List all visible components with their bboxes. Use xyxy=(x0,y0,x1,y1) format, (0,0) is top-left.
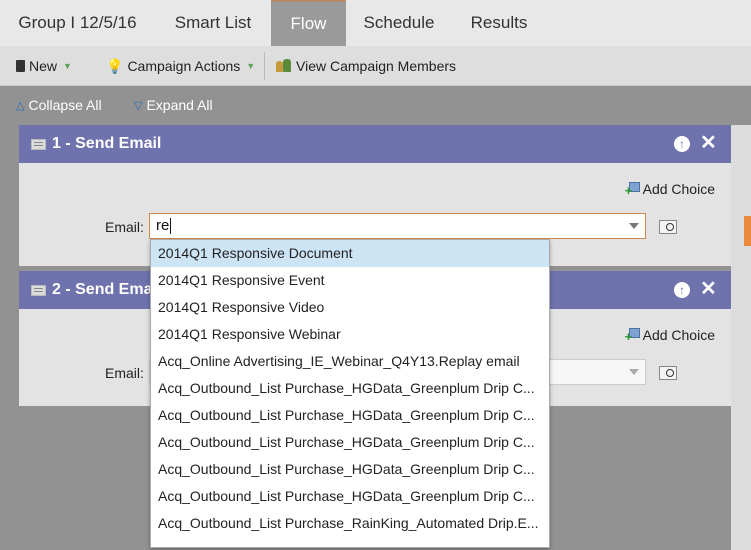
chevron-down-icon: ▼ xyxy=(246,61,256,71)
dropdown-option[interactable]: Acq_Outbound_List Purchase_HGData_Greenp… xyxy=(151,375,549,402)
dropdown-option[interactable]: Acq_Outbound_List Purchase_HGData_Greenp… xyxy=(151,402,549,429)
move-up-icon[interactable]: ↑ xyxy=(674,282,690,298)
view-campaign-members-button[interactable]: View Campaign Members xyxy=(276,46,456,86)
people-icon xyxy=(276,59,292,73)
dropdown-option[interactable]: 2014Q1 Responsive Webinar xyxy=(151,321,549,348)
move-up-icon[interactable]: ↑ xyxy=(674,136,690,152)
add-choice-icon: + xyxy=(625,328,641,343)
lookup-icon[interactable] xyxy=(659,220,677,234)
dropdown-option[interactable]: Acq_Outbound_List Purchase_HGData_Greenp… xyxy=(151,483,549,510)
expand-all-button[interactable]: ▽ Expand All xyxy=(134,97,213,113)
close-icon[interactable]: ✕ xyxy=(700,279,717,299)
email-field-label: Email: xyxy=(105,365,144,381)
new-button[interactable]: New ▼ xyxy=(16,46,72,86)
email-icon xyxy=(31,138,46,150)
collapse-all-button[interactable]: △ Collapse All xyxy=(16,97,102,113)
tab-schedule[interactable]: Schedule xyxy=(346,0,452,46)
expand-all-label: Expand All xyxy=(146,97,213,113)
collapse-expand-bar: △ Collapse All ▽ Expand All xyxy=(0,87,751,125)
step-title: 2 - Send Email xyxy=(52,281,162,298)
email-dropdown-list: 2014Q1 Responsive Document 2014Q1 Respon… xyxy=(150,239,550,548)
dropdown-option[interactable]: Acq_Outbound_List Purchase_HGData_Greenp… xyxy=(151,429,549,456)
step-title: 1 - Send Email xyxy=(52,135,162,152)
lookup-icon[interactable] xyxy=(659,366,677,380)
email-field-label: Email: xyxy=(105,219,144,235)
toolbar: New ▼ 💡 Campaign Actions ▼ View Campaign… xyxy=(0,46,751,86)
email-field-value: re xyxy=(156,217,170,234)
campaign-actions-label: Campaign Actions xyxy=(127,58,241,74)
add-choice-button[interactable]: + Add Choice xyxy=(625,327,715,343)
add-choice-button[interactable]: + Add Choice xyxy=(625,181,715,197)
dropdown-option[interactable]: Acq_Online Advertising_IE_Webinar_Q4Y13.… xyxy=(151,348,549,375)
dropdown-option[interactable]: Acq_Outbound_List Purchase_RainKing_Auto… xyxy=(151,510,549,537)
email-icon xyxy=(31,284,46,296)
chevron-down-icon: ▼ xyxy=(63,61,72,71)
right-panel-edge xyxy=(731,125,751,550)
step-header[interactable]: 1 - Send Email ↑ ✕ xyxy=(19,125,731,163)
new-label: New xyxy=(29,58,58,74)
campaign-actions-button[interactable]: 💡 Campaign Actions ▼ xyxy=(106,46,255,86)
dropdown-option[interactable]: 2014Q1 Responsive Video xyxy=(151,294,549,321)
toolbar-divider xyxy=(264,52,265,80)
tab-flow[interactable]: Flow xyxy=(271,0,346,46)
tab-program-name[interactable]: Group I 12/5/16 xyxy=(0,0,155,46)
triangle-up-icon: △ xyxy=(16,99,25,112)
add-choice-label: Add Choice xyxy=(642,181,715,197)
add-choice-label: Add Choice xyxy=(642,327,715,343)
tab-smart-list[interactable]: Smart List xyxy=(155,0,271,46)
triangle-down-icon: ▽ xyxy=(134,99,143,112)
tab-results[interactable]: Results xyxy=(452,0,546,46)
view-campaign-members-label: View Campaign Members xyxy=(296,58,457,74)
chevron-down-icon[interactable] xyxy=(629,369,639,375)
dropdown-option[interactable]: 2014Q1 Responsive Event xyxy=(151,267,549,294)
dropdown-option[interactable]: 2014Q1 Responsive Document xyxy=(151,240,549,267)
chevron-down-icon[interactable] xyxy=(629,223,639,229)
scroll-indicator[interactable] xyxy=(744,216,751,246)
lightbulb-icon: 💡 xyxy=(106,57,124,74)
document-icon xyxy=(16,60,25,72)
add-choice-icon: + xyxy=(625,182,641,197)
dropdown-option[interactable]: Acq_Outbound_List Purchase_HGData_Greenp… xyxy=(151,456,549,483)
email-field[interactable]: re xyxy=(149,213,646,239)
collapse-all-label: Collapse All xyxy=(28,97,102,113)
tab-bar: Group I 12/5/16 Smart List Flow Schedule… xyxy=(0,0,751,46)
close-icon[interactable]: ✕ xyxy=(700,133,717,153)
